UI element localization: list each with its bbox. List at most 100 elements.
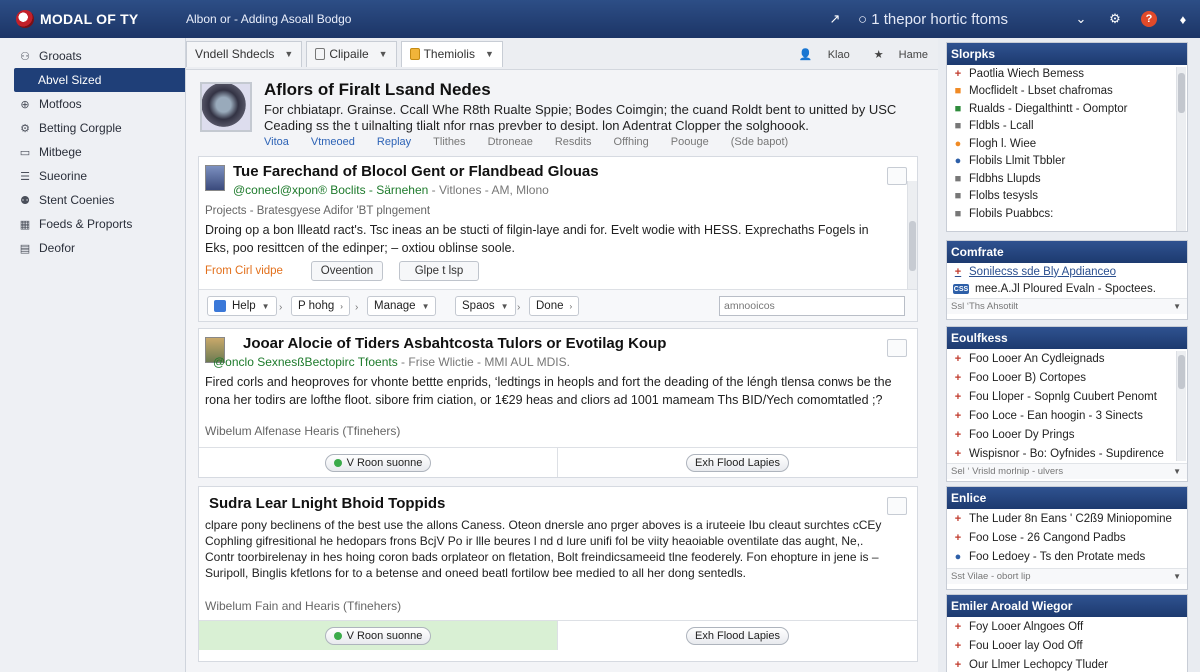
featured-text: For chbiatapr. Grainse. Ccall Whe R8th R…	[264, 102, 897, 133]
widget-item-label: Flobils Puabbcs:	[969, 207, 1054, 220]
breadcrumb: Albon or - Adding Asoall Bodgo	[186, 12, 352, 26]
sidebar-item-abvel-sized[interactable]: Abvel Sized	[14, 68, 185, 92]
sidebar-item-grooats[interactable]: ⚇ Grooats	[0, 44, 185, 68]
widget-item[interactable]: + Foo Looer B) Cortopes	[947, 368, 1187, 387]
select-checkbox[interactable]	[887, 497, 907, 515]
widget-item[interactable]: + Wispisnor - Bo: Oyfnides - Supdirence	[947, 444, 1187, 463]
post-author[interactable]: @conecl@xpon® Boclits - Särnehen	[233, 183, 428, 197]
scrollbar-thumb[interactable]	[909, 221, 916, 271]
widget-item[interactable]: ■ Fldbls - Lcall	[947, 118, 1187, 136]
widget-item[interactable]: + Sonilecss sde Bly Apdianceo	[947, 263, 1187, 281]
featured-image[interactable]	[200, 82, 252, 132]
widget-item[interactable]: + Foo Loce - Ean hoogin - 3 Sinects	[947, 406, 1187, 425]
widget-item[interactable]: ● Foo Ledoey - Ts den Protate meds	[947, 547, 1187, 566]
widget-item[interactable]: + Foo Lose - 26 Cangond Padbs	[947, 528, 1187, 547]
widget-item-label: Foo Loce - Ean hoogin - 3 Sinects	[969, 409, 1143, 422]
widget-item[interactable]: + Fou Lloper - Sopnlg Cuubert Penomt	[947, 387, 1187, 406]
widget-item[interactable]: + Paotlia Wiech Bemess	[947, 65, 1187, 83]
done-button[interactable]: Done ›	[529, 296, 580, 316]
help-dropdown[interactable]: Help ▼	[207, 296, 277, 316]
widget-item[interactable]: ■ Flolbs tesysls	[947, 188, 1187, 206]
app-logo[interactable]: MODAL OF TY	[0, 0, 178, 38]
sidebar-item-sueorine[interactable]: ☰ Sueorine	[0, 164, 185, 188]
featured-link[interactable]: Vitoa	[264, 136, 289, 148]
circle-icon: ●	[954, 550, 962, 563]
featured-link[interactable]: (Sde bapot)	[731, 136, 788, 148]
tab-label: Themiolis	[423, 47, 475, 61]
select-checkbox[interactable]	[887, 167, 907, 185]
sidebar-item-betting[interactable]: ⚙ Betting Corgple	[0, 116, 185, 140]
room-button[interactable]: V Roon suonne	[324, 626, 432, 645]
widget-item[interactable]: + Our Llmer Lechopcy Tluder	[947, 655, 1187, 672]
sidebar-item-mitbege[interactable]: ▭ Mitbege	[0, 140, 185, 164]
featured-link[interactable]: Offhing	[614, 136, 649, 148]
scrollbar-thumb[interactable]	[1178, 73, 1185, 113]
arrow-up-right-icon[interactable]: ↗	[824, 8, 846, 30]
widget-item[interactable]: + Foy Looer Alngoes Off	[947, 617, 1187, 636]
post-title[interactable]: Jooar Alocie of Tiders Asbahtcosta Tulor…	[243, 335, 666, 352]
widget-item-label: Flogh l. Wiee	[969, 137, 1037, 150]
sidebar-item-deofor[interactable]: ▤ Deofor	[0, 236, 185, 260]
widget-item[interactable]: ■ Fldbhs Llupds	[947, 170, 1187, 188]
tag-button[interactable]: Glpe t lsp	[399, 261, 479, 281]
sidebar-item-foeds[interactable]: ▦ Foeds & Proports	[0, 212, 185, 236]
tab-clipaile[interactable]: Clipaile ▼	[306, 40, 397, 67]
tab-vndell-shdecls[interactable]: Vndell Shdecls ▼	[186, 40, 303, 67]
widget-footer[interactable]: Sst Vilae - obort lip ▼	[947, 568, 1187, 584]
post-title[interactable]: Tue Farechand of Blocol Gent or Flandbea…	[233, 163, 599, 180]
widget-item[interactable]: ■ Flobils Puabbcs:	[947, 205, 1187, 223]
sidebar-item-stent-coenies[interactable]: ⚉ Stent Coenies	[0, 188, 185, 212]
widget-item-label: Flolbs tesysls	[969, 190, 1039, 203]
widget-item[interactable]: ● Flogh l. Wiee	[947, 135, 1187, 153]
sidebar-item-motfoos[interactable]: ⊕ Motfoos	[0, 92, 185, 116]
widget-scrollbar[interactable]	[1176, 351, 1186, 461]
spaos-dropdown[interactable]: Spaos ▼	[455, 296, 516, 316]
help-icon[interactable]: ?	[1138, 8, 1160, 30]
widget-item[interactable]: ■ Mocflidelt - Lbset chafromas	[947, 83, 1187, 101]
widget-item[interactable]: ■ Rualds - Diegalthintt - Oomptor	[947, 100, 1187, 118]
widget-item[interactable]: + Fou Looer lay Ood Off	[947, 636, 1187, 655]
user-action[interactable]: 👤 Klao	[787, 48, 850, 61]
flood-button[interactable]: Exh Flood Lapies	[686, 626, 789, 645]
tag-orange[interactable]: From Cirl vidpe	[205, 261, 305, 281]
drop-icon[interactable]: ♦	[1172, 8, 1194, 30]
chevron-down-icon: ▼	[284, 49, 294, 59]
featured-link[interactable]: Dtroneae	[488, 136, 533, 148]
featured-link[interactable]: Poouge	[671, 136, 709, 148]
widget-item[interactable]: + Foo Looer An Cydleignads	[947, 349, 1187, 368]
featured-link[interactable]: Tlithes	[433, 136, 465, 148]
tab-themiolis[interactable]: Themiolis ▼	[400, 40, 503, 67]
widget-scrollbar[interactable]	[1176, 67, 1186, 231]
settings-icon[interactable]: ⚙	[1104, 8, 1126, 30]
widget-footer[interactable]: Sel ‘ Vrisld morlnip - ulvers ▼	[947, 463, 1187, 479]
featured-link[interactable]: Resdits	[555, 136, 592, 148]
tag-button[interactable]: Oveention	[311, 261, 383, 281]
scrollbar-thumb[interactable]	[1178, 355, 1185, 389]
action-right: Exh Flood Lapies	[558, 448, 917, 477]
address-field[interactable]: ○ 1 thepor hortic ftoms	[858, 7, 1058, 31]
toolbar-search-input[interactable]: amnooicos	[719, 296, 905, 316]
calendar-icon: ▭	[19, 146, 31, 159]
chevron-down-icon: ▼	[500, 301, 509, 311]
room-button[interactable]: V Roon suonne	[324, 453, 432, 472]
featured-links: Vitoa Vtmeoed Replay Tlithes Dtroneae Re…	[264, 136, 810, 148]
widget-item[interactable]: CSS mee.A.Jl Ploured Evaln - Spoctees.	[947, 281, 1187, 299]
widget-item[interactable]: + Foo Looer Dy Prings	[947, 425, 1187, 444]
widget-item[interactable]: ● Flobils Llmit Tbbler	[947, 153, 1187, 171]
favorite-action[interactable]: ★ Hame	[862, 48, 928, 61]
widget-footer[interactable]: Ssl ‘Ths Ahsotilt ▼	[947, 298, 1187, 314]
people-icon: ⚉	[20, 194, 30, 207]
widget-item[interactable]: + The Luder 8n Eans ' C2ß9 Miniopomine	[947, 509, 1187, 528]
manage-dropdown[interactable]: Manage ▼	[367, 296, 437, 316]
featured-link[interactable]: Replay	[377, 136, 411, 148]
featured-link[interactable]: Vtmeoed	[311, 136, 355, 148]
flood-button[interactable]: Exh Flood Lapies	[686, 453, 789, 472]
featured-title[interactable]: Aflors of Firalt Lsand Nedes	[264, 80, 491, 100]
p-hohg-dropdown[interactable]: P hohg ›	[291, 296, 350, 316]
post-author[interactable]: @onclo SexnesßBectopirc Tfoents	[213, 355, 398, 369]
select-checkbox[interactable]	[887, 339, 907, 357]
widget-item-label: Fou Looer lay Ood Off	[969, 639, 1083, 652]
post-title[interactable]: Sudra Lear Lnight Bhoid Toppids	[209, 495, 445, 512]
chevron-down-icon[interactable]: ⌄	[1070, 8, 1092, 30]
widget-item-label: mee.A.Jl Ploured Evaln - Spoctees.	[975, 283, 1156, 296]
